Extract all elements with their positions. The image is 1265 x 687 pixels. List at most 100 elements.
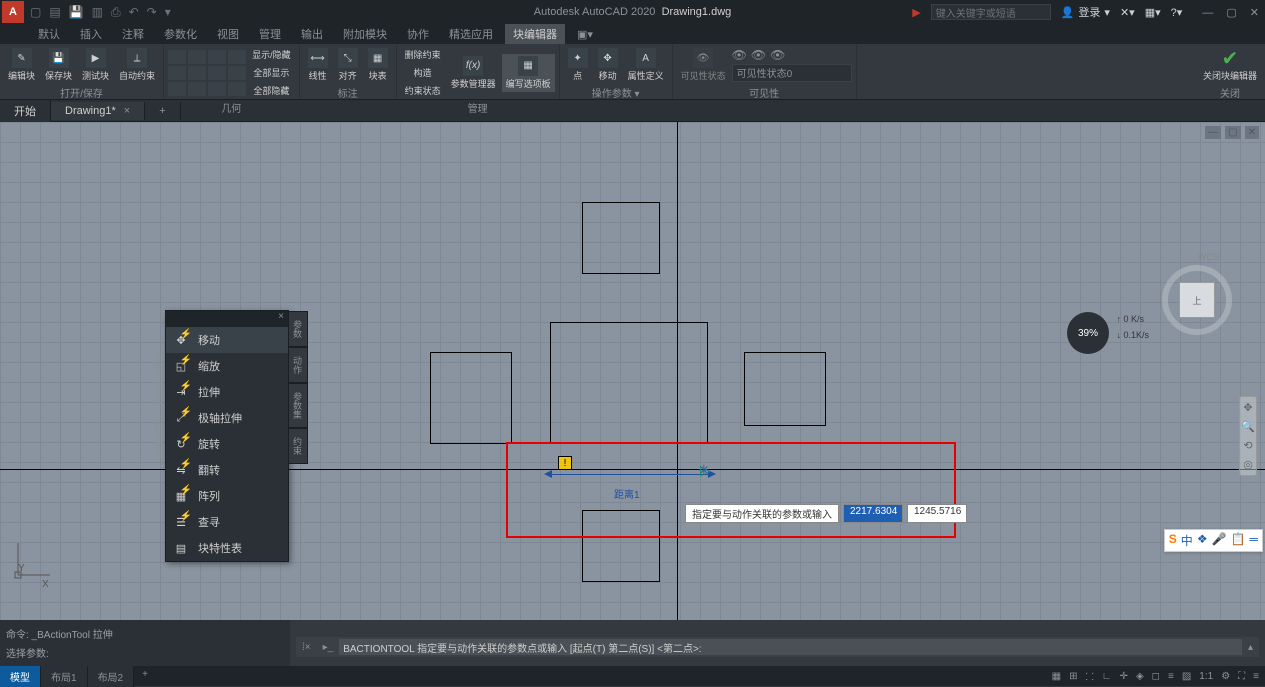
- palette-vtab-constraints[interactable]: 约束: [288, 428, 308, 464]
- attrdef-button[interactable]: A属性定义: [624, 46, 668, 84]
- drawing-canvas[interactable]: — ▢ ✕ 距离1 ! ▷ ✳ 指定要与动作关联的参数或输入 2217.6304…: [0, 122, 1265, 620]
- tab-view[interactable]: 视图: [209, 24, 247, 44]
- command-input[interactable]: [339, 639, 1242, 655]
- blocktable-button[interactable]: ▦块表: [364, 46, 392, 84]
- qat-save-icon[interactable]: 💾: [69, 5, 84, 20]
- close-icon[interactable]: ✕: [1250, 7, 1259, 19]
- ime-clipboard-icon[interactable]: 📋: [1231, 532, 1246, 549]
- palette-vtab-paramsets[interactable]: 参数集: [288, 383, 308, 428]
- cmdline-scroll-icon[interactable]: ▴: [1242, 642, 1259, 653]
- qat-new-icon[interactable]: ▢: [30, 5, 41, 20]
- status-transparency-icon[interactable]: ▨: [1182, 671, 1191, 682]
- palette-item-move[interactable]: ✥⚡移动: [166, 327, 288, 353]
- palette-item-stretch[interactable]: ⇥⚡拉伸: [166, 379, 288, 405]
- ime-lang-button[interactable]: 中: [1181, 532, 1193, 549]
- search-arrow-icon[interactable]: ▶: [912, 6, 920, 19]
- palette-item-rotate[interactable]: ↻⚡旋转: [166, 431, 288, 457]
- geom-tools[interactable]: [168, 50, 246, 96]
- xchange-icon[interactable]: ✕▾: [1120, 6, 1135, 19]
- palette-close-icon[interactable]: ×: [278, 311, 284, 327]
- status-snap-icon[interactable]: ⸬: [1085, 669, 1093, 683]
- command-line[interactable]: ⁞× ▸_ ▴: [296, 637, 1259, 657]
- align-button[interactable]: ⤡对齐: [334, 46, 362, 84]
- nav-orbit-icon[interactable]: ⟲: [1243, 439, 1252, 452]
- help-icon[interactable]: ?▾: [1171, 6, 1183, 19]
- palette-item-scale[interactable]: ◱⚡缩放: [166, 353, 288, 379]
- status-polar-icon[interactable]: ✛: [1120, 671, 1128, 682]
- edit-block-button[interactable]: ✎编辑块: [4, 46, 39, 84]
- dyninput-value2[interactable]: 1245.5716: [907, 504, 967, 523]
- status-customize-icon[interactable]: ≡: [1253, 671, 1259, 682]
- tab-insert[interactable]: 插入: [72, 24, 110, 44]
- status-lwt-icon[interactable]: ≡: [1168, 671, 1174, 682]
- status-scale[interactable]: 1:1: [1199, 671, 1213, 682]
- tab-addins[interactable]: 附加模块: [335, 24, 395, 44]
- wcs-label[interactable]: WCS: [1198, 252, 1219, 262]
- authoring-palette-button[interactable]: ▦编写选项板: [502, 54, 555, 92]
- tab-collab[interactable]: 协作: [399, 24, 437, 44]
- test-block-button[interactable]: ▶测试块: [78, 46, 113, 84]
- tab-parametric[interactable]: 参数化: [156, 24, 205, 44]
- palette-vtab-params[interactable]: 参数: [288, 311, 308, 347]
- ime-logo-icon[interactable]: S: [1169, 532, 1177, 549]
- qat-saveas-icon[interactable]: ▥: [92, 5, 103, 20]
- status-fullscreen-icon[interactable]: ⛶: [1238, 671, 1245, 682]
- constraint-status-button[interactable]: 约束状态: [401, 82, 445, 99]
- login-button[interactable]: 👤登录▾: [1061, 4, 1110, 20]
- construct-button[interactable]: 构造: [401, 64, 445, 81]
- filetab-new[interactable]: +: [145, 102, 180, 120]
- restore-icon[interactable]: ▢: [1226, 7, 1236, 19]
- show-all-button[interactable]: 全部显示: [248, 64, 295, 81]
- ime-mic-icon[interactable]: 🎤: [1212, 532, 1227, 549]
- close-file-icon[interactable]: ×: [124, 105, 130, 117]
- app-logo[interactable]: A: [2, 1, 24, 23]
- status-iso-icon[interactable]: ◈: [1136, 671, 1144, 682]
- vis-icon2[interactable]: 👁: [751, 48, 766, 62]
- show-hide-button[interactable]: 显示/隐藏: [248, 46, 295, 63]
- navigation-bar[interactable]: ✥ 🔍 ⟲ ◎: [1239, 396, 1257, 476]
- save-block-button[interactable]: 💾保存块: [41, 46, 76, 84]
- layout-2[interactable]: 布局2: [88, 666, 135, 687]
- viewcube[interactable]: 上: [1157, 260, 1237, 340]
- move-button[interactable]: ✥移动: [594, 46, 622, 84]
- palette-item-proptable[interactable]: ▤块特性表: [166, 535, 288, 561]
- ime-toolbar[interactable]: S 中 ❖ 🎤 📋 ═: [1164, 529, 1263, 552]
- tab-featured[interactable]: 精选应用: [441, 24, 501, 44]
- palette-item-flip[interactable]: ⇋⚡翻转: [166, 457, 288, 483]
- search-input[interactable]: 键入关键字或短语: [931, 4, 1051, 20]
- tab-manage[interactable]: 管理: [251, 24, 289, 44]
- nav-pan-icon[interactable]: ✥: [1243, 401, 1252, 414]
- cmdline-handle-icon[interactable]: ⁞×: [296, 642, 317, 653]
- qat-plot-icon[interactable]: ⎙: [111, 5, 121, 20]
- fx-button[interactable]: f(x)参数管理器: [447, 54, 500, 92]
- qat-undo-icon[interactable]: ↶: [129, 5, 139, 20]
- minimize-icon[interactable]: —: [1202, 7, 1213, 19]
- tab-expand-icon[interactable]: ▣▾: [569, 26, 601, 43]
- layout-1[interactable]: 布局1: [41, 666, 88, 687]
- ime-symbol-button[interactable]: ❖: [1197, 532, 1208, 549]
- visibility-state-button[interactable]: 👁可见性状态: [677, 46, 730, 84]
- vp-max-icon[interactable]: ▢: [1225, 126, 1240, 139]
- close-blockeditor-button[interactable]: ✔关闭块编辑器: [1199, 46, 1261, 84]
- block-authoring-palette[interactable]: × 块编写选项板 - 所有选项板 ✥⚡移动 ◱⚡缩放 ⇥⚡拉伸 ⤢⚡极轴拉伸 ↻…: [165, 310, 289, 562]
- status-grid-icon[interactable]: ⊞: [1069, 671, 1077, 682]
- vp-min-icon[interactable]: —: [1205, 126, 1221, 139]
- dyninput-value1[interactable]: 2217.6304: [843, 504, 903, 523]
- status-osnap-icon[interactable]: ◻: [1152, 671, 1160, 682]
- ime-keyboard-icon[interactable]: ═: [1249, 532, 1258, 549]
- qat-open-icon[interactable]: ▤: [49, 5, 60, 20]
- layout-new[interactable]: +: [134, 666, 156, 687]
- nav-zoom-icon[interactable]: 🔍: [1241, 420, 1255, 433]
- nav-wheel-icon[interactable]: ◎: [1243, 458, 1253, 471]
- auto-constrain-button[interactable]: ⟂自动约束: [115, 46, 159, 84]
- app-menu-icon[interactable]: ▦▾: [1145, 6, 1161, 19]
- vis-icon[interactable]: 👁: [732, 48, 747, 62]
- status-ortho-icon[interactable]: ∟: [1102, 671, 1112, 682]
- vis-icon3[interactable]: 👁: [770, 48, 785, 62]
- hide-all-button[interactable]: 全部隐藏: [248, 82, 295, 99]
- tab-blockeditor[interactable]: 块编辑器: [505, 24, 565, 44]
- qat-dropdown-icon[interactable]: ▾: [165, 5, 171, 20]
- layout-model[interactable]: 模型: [0, 666, 41, 687]
- palette-item-lookup[interactable]: ☰⚡查寻: [166, 509, 288, 535]
- filetab-drawing[interactable]: Drawing1*×: [51, 102, 145, 120]
